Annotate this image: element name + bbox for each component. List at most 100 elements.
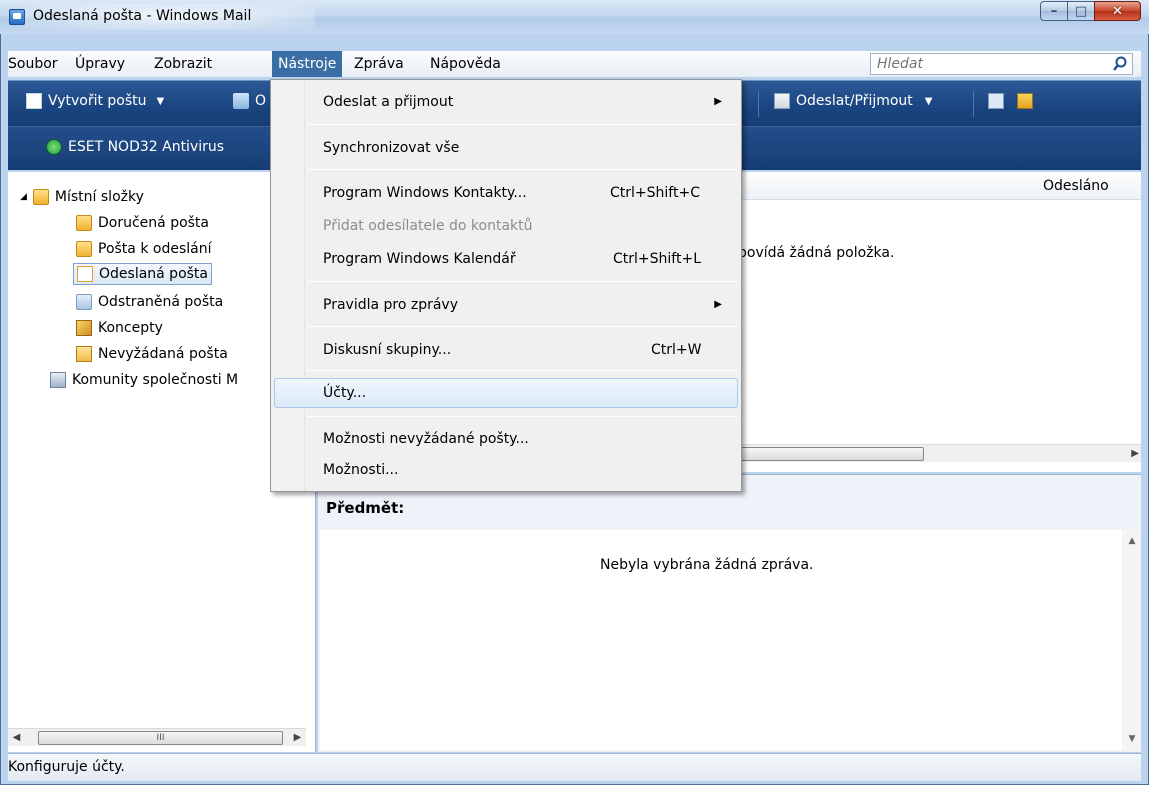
inbox-icon: [76, 215, 92, 231]
community-icon: [50, 372, 66, 388]
send-receive-button[interactable]: Odeslat/Přijmout ▼: [774, 93, 933, 109]
menu-separator: [307, 416, 737, 417]
menu-separator: [307, 281, 737, 282]
tree-item-label: Koncepty: [98, 320, 163, 336]
tree-item-junk[interactable]: Nevyžádaná pošta: [76, 343, 228, 365]
menu-item-calendar[interactable]: Program Windows Kalendář Ctrl+Shift+L: [273, 246, 739, 272]
tree-root-label: Místní složky: [54, 189, 144, 205]
tree-item-communities[interactable]: Komunity společnosti M: [50, 369, 238, 391]
scroll-up-icon[interactable]: ▲: [1123, 536, 1141, 546]
tree-item-inbox[interactable]: Doručená pošta: [76, 212, 209, 234]
eset-icon: [46, 139, 62, 155]
menu-item-label: Program Windows Kalendář: [323, 251, 516, 267]
maximize-icon: □: [1074, 3, 1088, 19]
tree-item-drafts[interactable]: Koncepty: [76, 317, 163, 339]
search-icon[interactable]: [1112, 56, 1128, 72]
preview-scrollbar[interactable]: ▲ ▼: [1123, 530, 1141, 750]
window-title: Odeslaná pošta - Windows Mail: [33, 8, 252, 24]
junk-mail-icon: [76, 346, 92, 362]
menu-item-label: Diskusní skupiny...: [323, 342, 452, 358]
menu-item-label: Možnosti nevyžádané pošty...: [323, 431, 529, 447]
minimize-button[interactable]: –: [1040, 1, 1067, 21]
calendar-button[interactable]: [1017, 93, 1039, 109]
window-controls: – □ ✕: [1040, 1, 1141, 23]
status-bar: Konfiguruje účty.: [8, 753, 1141, 781]
reply-button[interactable]: O: [233, 93, 266, 109]
preview-pane: Předmět: Nebyla vybrána žádná zpráva. ▲ …: [318, 474, 1141, 752]
menu-separator: [307, 169, 737, 170]
title-bar: Odeslaná pošta - Windows Mail – □ ✕: [0, 0, 1149, 34]
chevron-down-icon[interactable]: ▼: [925, 96, 933, 107]
drafts-pencil-icon: [76, 320, 92, 336]
new-mail-icon: [26, 93, 42, 109]
send-receive-icon: [774, 93, 790, 109]
close-button[interactable]: ✕: [1094, 1, 1141, 21]
new-mail-button[interactable]: Vytvořit poštu ▼: [26, 93, 164, 109]
tree-item-label: Doručená pošta: [98, 215, 210, 231]
tree-item-outbox[interactable]: Pošta k odeslání: [76, 238, 211, 260]
sent-folder-icon: [77, 266, 93, 282]
scrollbar-thumb[interactable]: III: [38, 731, 283, 745]
tree-item-deleted[interactable]: Odstraněná pošta: [76, 291, 223, 313]
tree-item-label: Odeslaná pošta: [99, 266, 208, 282]
scroll-right-icon[interactable]: ▶: [289, 729, 306, 747]
menu-separator: [307, 326, 737, 327]
empty-list-text: povídá žádná položka.: [738, 245, 895, 261]
tree-item-label: Pošta k odeslání: [98, 241, 212, 257]
send-receive-label: Odeslat/Přijmout: [796, 93, 913, 109]
menu-item-accounts[interactable]: Účty...: [274, 378, 738, 408]
reply-icon: [233, 93, 249, 109]
menu-separator: [307, 370, 737, 371]
menu-item-send-receive[interactable]: Odeslat a přijmout ▶: [273, 89, 739, 115]
search-input[interactable]: [871, 54, 1101, 74]
column-sent[interactable]: Odesláno: [1043, 172, 1109, 200]
menu-item-label: Možnosti...: [323, 462, 399, 478]
windows-mail-icon: [9, 9, 25, 25]
toolbar-separator: [973, 91, 974, 117]
scroll-right-icon[interactable]: ▶: [1131, 445, 1139, 463]
outbox-icon: [76, 241, 92, 257]
no-message-text: Nebyla vybrána žádná zpráva.: [600, 557, 814, 573]
tree-root-local[interactable]: ◢ Místní složky: [20, 186, 144, 208]
menu-item-label: Odeslat a přijmout: [323, 94, 454, 110]
menu-upravy[interactable]: Úpravy: [75, 51, 125, 77]
minimize-icon: –: [1050, 3, 1058, 19]
menu-separator: [307, 124, 737, 125]
menu-zprava[interactable]: Zpráva: [354, 51, 404, 77]
status-text: Konfiguruje účty.: [8, 759, 125, 775]
tree-item-sent[interactable]: Odeslaná pošta: [73, 263, 212, 285]
tree-item-label: Nevyžádaná pošta: [98, 346, 228, 362]
menu-item-shortcut: Ctrl+W: [651, 342, 702, 358]
recycle-bin-icon: [76, 294, 92, 310]
menu-item-newsgroups[interactable]: Diskusní skupiny... Ctrl+W: [273, 337, 739, 363]
tree-item-label: Odstraněná pošta: [98, 294, 224, 310]
calendar-icon: [1017, 93, 1033, 109]
menu-item-label: Synchronizovat vše: [323, 140, 460, 156]
folder-pane-scrollbar[interactable]: ◀ III ▶: [8, 728, 306, 746]
menu-item-junk-options[interactable]: Možnosti nevyžádané pošty...: [273, 426, 739, 452]
tree-item-label: Komunity společnosti M: [72, 372, 239, 388]
maximize-button[interactable]: □: [1067, 1, 1094, 21]
menu-item-contacts[interactable]: Program Windows Kontakty... Ctrl+Shift+C: [273, 180, 739, 206]
menu-zobrazit[interactable]: Zobrazit: [154, 51, 212, 77]
scroll-left-icon[interactable]: ◀: [8, 729, 25, 747]
menu-item-label: Program Windows Kontakty...: [323, 185, 527, 201]
menu-napoveda[interactable]: Nápověda: [430, 51, 501, 77]
search-box[interactable]: [870, 53, 1133, 75]
eset-label: ESET NOD32 Antivirus: [68, 139, 225, 155]
menu-item-rules[interactable]: Pravidla pro zprávy ▶: [273, 292, 739, 318]
menu-item-label: Účty...: [323, 385, 367, 401]
new-mail-label: Vytvořit poštu: [48, 93, 147, 109]
menu-item-add-sender: Přidat odesílatele do kontaktů: [273, 213, 739, 239]
contacts-button[interactable]: [988, 93, 1010, 109]
expand-triangle-icon[interactable]: ◢: [20, 186, 27, 208]
menu-soubor[interactable]: Soubor: [8, 51, 58, 77]
chevron-down-icon[interactable]: ▼: [157, 96, 165, 107]
menu-item-sync-all[interactable]: Synchronizovat vše: [273, 135, 739, 161]
menu-item-options[interactable]: Možnosti...: [273, 457, 739, 483]
eset-button[interactable]: ESET NOD32 Antivirus: [46, 139, 224, 155]
submenu-arrow-icon: ▶: [714, 96, 722, 107]
menu-item-label: Pravidla pro zprávy: [323, 297, 459, 313]
menu-nastroje[interactable]: Nástroje: [272, 51, 343, 77]
scroll-down-icon[interactable]: ▼: [1123, 734, 1141, 744]
